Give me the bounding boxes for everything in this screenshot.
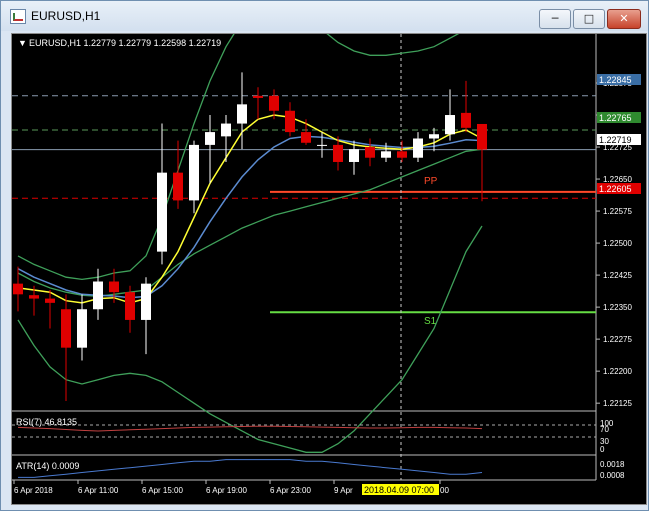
candle-body-5 <box>93 281 103 310</box>
atr-line <box>18 459 483 478</box>
candle-body-12 <box>205 132 215 145</box>
band-lower-line <box>17 225 483 453</box>
x-tick-label-4: 6 Apr 23:00 <box>270 486 311 495</box>
chart-header-arrow-icon[interactable]: ▼ <box>18 38 27 48</box>
maximize-icon: □ <box>583 12 595 25</box>
price-label-22845: 1.22845 <box>599 75 632 85</box>
candle-body-4 <box>77 309 87 348</box>
y-tick-label-10: 1.22125 <box>603 399 632 408</box>
rsi-level-0: 0 <box>600 445 605 454</box>
y-tick-label-3: 1.22650 <box>603 175 632 184</box>
candle-body-2 <box>45 298 55 303</box>
candle-body-16 <box>269 95 279 111</box>
candle-body-0 <box>13 283 23 295</box>
candle-body-9 <box>157 172 167 252</box>
minimize-icon: ─ <box>551 12 559 25</box>
price-label-22719: 1.22719 <box>599 135 632 145</box>
candle-body-29 <box>477 123 487 150</box>
s1-label: S1 <box>424 316 437 327</box>
ma-slow-line <box>17 135 483 299</box>
pp-label: PP <box>424 176 438 187</box>
price-chart[interactable]: 1.228751.228001.227251.226501.225751.225… <box>12 3 646 504</box>
candle-body-21 <box>349 149 359 162</box>
maximize-button[interactable]: □ <box>573 9 605 29</box>
band-upper-line <box>17 3 483 281</box>
candle-body-11 <box>189 144 199 201</box>
candle-body-14 <box>237 104 247 124</box>
candle-body-23 <box>381 151 391 158</box>
candle-body-26 <box>429 134 439 139</box>
price-label-22605: 1.22605 <box>599 184 632 194</box>
candle-body-28 <box>461 112 471 128</box>
chart-area[interactable]: 1.228751.228001.227251.226501.225751.225… <box>11 3 647 505</box>
atr-label: ATR(14) 0.0009 <box>16 461 79 471</box>
x-tick-label-5: 9 Apr <box>334 486 353 495</box>
atr-level-high: 0.0018 <box>600 460 625 469</box>
y-tick-label-7: 1.22350 <box>603 303 632 312</box>
candle-body-20 <box>333 144 343 162</box>
candle-body-25 <box>413 138 423 158</box>
candle-body-18 <box>301 132 311 143</box>
chart-header: EURUSD,H1 1.22779 1.22779 1.22598 1.2271… <box>29 38 221 48</box>
x-tick-label-0: 6 Apr 2018 <box>14 486 53 495</box>
candle-body-7 <box>125 292 135 320</box>
price-label-22765: 1.22765 <box>599 113 632 123</box>
candle-body-1 <box>29 295 39 299</box>
y-tick-label-5: 1.22500 <box>603 239 632 248</box>
window-title: EURUSD,H1 <box>31 9 101 23</box>
chart-window: EURUSD,H1 ─ □ ✕ 1.228751.228001.227251.2… <box>0 0 649 511</box>
minimize-button[interactable]: ─ <box>539 9 571 29</box>
candle-body-13 <box>221 123 231 137</box>
candle-body-6 <box>109 281 119 293</box>
candle-body-22 <box>365 147 375 158</box>
x-tick-label-6: 00 <box>440 486 449 495</box>
candle-body-17 <box>285 110 295 133</box>
y-tick-label-9: 1.22200 <box>603 367 632 376</box>
close-icon: ✕ <box>619 12 629 25</box>
y-tick-label-8: 1.22275 <box>603 335 632 344</box>
x-tick-label-2: 6 Apr 15:00 <box>142 486 183 495</box>
rsi-line <box>17 425 483 432</box>
candle-body-24 <box>397 151 407 158</box>
candle-body-27 <box>445 115 455 135</box>
candle-body-10 <box>173 172 183 201</box>
title-bar[interactable]: EURUSD,H1 ─ □ ✕ <box>1 1 648 31</box>
close-button[interactable]: ✕ <box>607 9 641 29</box>
candle-body-8 <box>141 283 151 320</box>
ma-fast-line <box>17 114 483 304</box>
x-tick-label-1: 6 Apr 11:00 <box>78 486 119 495</box>
candle-body-3 <box>61 309 71 348</box>
rsi-label: RSI(7) 46.8135 <box>16 417 77 427</box>
band-middle-line <box>17 148 483 298</box>
time-highlight-label: 2018.04.09 07:00 <box>364 485 434 495</box>
candle-body-15 <box>253 95 263 98</box>
chart-window-icon <box>10 9 26 24</box>
y-tick-label-6: 1.22425 <box>603 271 632 280</box>
atr-level-low: 0.0008 <box>600 471 625 480</box>
candle-body-19 <box>317 144 327 146</box>
y-tick-label-4: 1.22575 <box>603 207 632 216</box>
x-tick-label-3: 6 Apr 19:00 <box>206 486 247 495</box>
rsi-level-70: 70 <box>600 425 609 434</box>
